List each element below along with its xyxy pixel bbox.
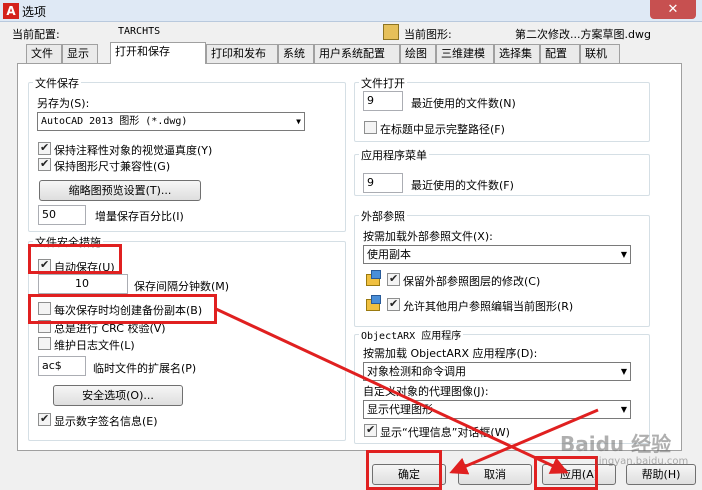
arx-demand-value: 对象检测和命令调用 xyxy=(367,365,466,378)
help-button[interactable]: 帮助(H) xyxy=(626,464,696,485)
proxy-info-label: 显示“代理信息”对话框(W) xyxy=(380,426,510,439)
temp-extension-input[interactable]: ac$ xyxy=(38,356,86,376)
proxy-image-label: 自定义对象的代理图像(J): xyxy=(363,385,489,398)
current-drawing-label: 当前图形: xyxy=(404,28,452,41)
temp-extension-label: 临时文件的扩展名(P) xyxy=(93,362,197,375)
tab-plot-and-publish[interactable]: 打印和发布 xyxy=(206,44,278,63)
chevron-down-icon: ▼ xyxy=(620,250,627,259)
current-profile-label: 当前配置: xyxy=(12,28,60,41)
retain-xref-changes-checkbox[interactable] xyxy=(387,272,400,286)
app-menu-recent-input[interactable]: 9 xyxy=(363,173,403,193)
app-menu-group: 应用程序菜单 9 最近使用的文件数(F) xyxy=(354,147,650,196)
xref-title: 外部参照 xyxy=(359,208,407,224)
file-open-title: 文件打开 xyxy=(359,75,407,91)
file-save-group: 文件保存 另存为(S): AutoCAD 2013 图形 (*.dwg) ▼ 保持… xyxy=(28,75,346,232)
tab-files[interactable]: 文件 xyxy=(26,44,62,63)
tab-profiles[interactable]: 配置 xyxy=(540,44,580,63)
close-button[interactable]: ✕ xyxy=(650,0,696,19)
autosave-minutes-input[interactable]: 10 xyxy=(38,274,128,294)
digital-signature-label: 显示数字签名信息(E) xyxy=(54,415,158,428)
title-bar: A 选项 ✕ xyxy=(0,0,702,22)
proxy-info-checkbox[interactable] xyxy=(364,423,377,437)
maintain-log-checkbox[interactable] xyxy=(38,337,51,350)
save-as-value: AutoCAD 2013 图形 (*.dwg) xyxy=(41,116,188,127)
tab-system[interactable]: 系统 xyxy=(278,44,314,63)
autosave-minutes-label: 保存间隔分钟数(M) xyxy=(134,280,230,293)
chevron-down-icon: ▼ xyxy=(620,405,627,414)
maintain-size-compat-label: 保持图形尺寸兼容性(G) xyxy=(54,160,171,173)
security-options-button[interactable]: 安全选项(O)... xyxy=(53,385,183,406)
tab-drafting[interactable]: 绘图 xyxy=(400,44,436,63)
xref-demand-value: 使用副本 xyxy=(367,248,411,261)
full-path-label: 在标题中显示完整路径(F) xyxy=(380,123,505,136)
tab-user-preferences[interactable]: 用户系统配置 xyxy=(314,44,400,63)
maintain-size-compat-checkbox[interactable] xyxy=(38,157,51,171)
thumbnail-settings-button[interactable]: 缩略图预览设置(T)... xyxy=(39,180,201,201)
baidu-watermark-url: jingyan.baidu.com xyxy=(596,456,689,467)
proxy-image-value: 显示代理图形 xyxy=(367,403,433,416)
tab-open-and-save[interactable]: 打开和保存 xyxy=(110,42,206,64)
xref-layer-icon xyxy=(365,270,383,288)
autosave-highlight-box xyxy=(28,244,122,274)
current-profile-value: TARCHTS xyxy=(118,26,161,37)
current-drawing-value: 第二次修改...方案草图.dwg xyxy=(515,28,651,41)
maintain-log-label: 维护日志文件(L) xyxy=(54,339,135,352)
baidu-watermark: Baidu 经验 xyxy=(560,432,672,456)
proxy-image-select[interactable]: 显示代理图形 ▼ xyxy=(363,400,631,419)
objectarx-title: ObjectARX 应用程序 xyxy=(359,327,464,342)
file-save-title: 文件保存 xyxy=(33,75,81,91)
maintain-visual-fidelity-checkbox[interactable] xyxy=(38,141,51,155)
file-open-group: 文件打开 9 最近使用的文件数(N) 在标题中显示完整路径(F) xyxy=(354,75,650,142)
retain-xref-changes-label: 保留外部参照图层的修改(C) xyxy=(403,275,541,288)
ok-highlight-box xyxy=(366,450,442,490)
app-menu-title: 应用程序菜单 xyxy=(359,147,429,163)
save-as-label: 另存为(S): xyxy=(37,97,90,110)
chevron-down-icon: ▼ xyxy=(620,367,627,376)
xref-demand-select[interactable]: 使用副本 ▼ xyxy=(363,245,631,264)
recent-files-input[interactable]: 9 xyxy=(363,91,403,111)
window-title: 选项 xyxy=(22,5,47,19)
cancel-button[interactable]: 取消 xyxy=(458,464,532,485)
tab-selection[interactable]: 选择集 xyxy=(494,44,540,63)
tab-online[interactable]: 联机 xyxy=(580,44,620,63)
arx-demand-label: 按需加载 ObjectARX 应用程序(D): xyxy=(363,347,538,360)
tab-display[interactable]: 显示 xyxy=(62,44,98,63)
digital-signature-checkbox[interactable] xyxy=(38,412,51,426)
recent-files-label: 最近使用的文件数(N) xyxy=(411,97,516,110)
maintain-visual-fidelity-label: 保持注释性对象的视觉逼真度(Y) xyxy=(54,144,213,157)
xref-edit-icon xyxy=(365,295,383,313)
drawing-file-icon xyxy=(383,24,399,40)
incremental-save-label: 增量保存百分比(I) xyxy=(95,210,184,223)
backup-highlight-box xyxy=(28,294,217,324)
xref-demand-label: 按需加载外部参照文件(X): xyxy=(363,230,493,243)
allow-ref-edit-label: 允许其他用户参照编辑当前图形(R) xyxy=(403,300,574,313)
options-dialog: A 选项 ✕ 当前配置: TARCHTS 当前图形: 第二次修改...方案草图.… xyxy=(0,0,702,490)
allow-ref-edit-checkbox[interactable] xyxy=(387,297,400,311)
full-path-checkbox[interactable] xyxy=(364,121,377,134)
chevron-down-icon: ▼ xyxy=(296,117,301,126)
app-menu-recent-label: 最近使用的文件数(F) xyxy=(411,179,514,192)
incremental-save-input[interactable]: 50 xyxy=(38,205,86,225)
autocad-app-icon: A xyxy=(3,3,19,19)
arx-demand-select[interactable]: 对象检测和命令调用 ▼ xyxy=(363,362,631,381)
apply-highlight-box xyxy=(534,456,598,490)
xref-group: 外部参照 按需加载外部参照文件(X): 使用副本 ▼ 保留外部参照图层的修改(C)… xyxy=(354,208,650,327)
tab-3d-modeling[interactable]: 三维建模 xyxy=(436,44,494,63)
save-as-select[interactable]: AutoCAD 2013 图形 (*.dwg) ▼ xyxy=(37,112,305,131)
